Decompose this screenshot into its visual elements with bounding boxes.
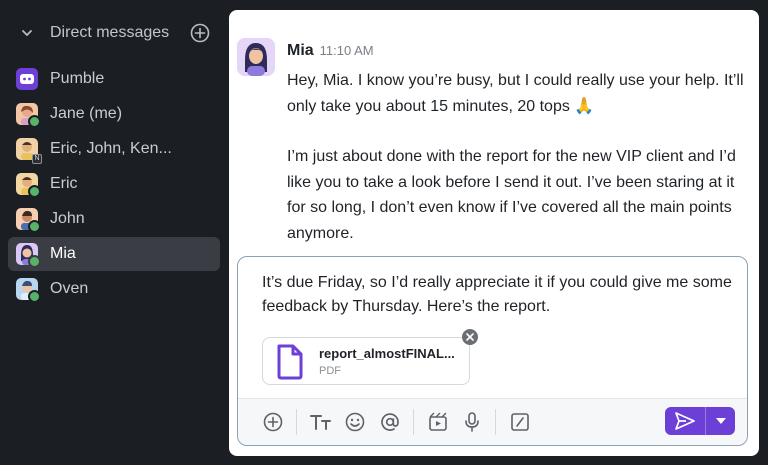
avatar <box>16 208 41 233</box>
author-avatar[interactable] <box>237 38 275 76</box>
slash-command-icon[interactable] <box>509 411 531 433</box>
toolbar-divider <box>495 409 496 435</box>
dm-list: Pumble Jane (me) N Eric, John, Ken... Er… <box>8 62 220 307</box>
online-status-icon <box>28 220 41 233</box>
sidebar-item-pumble[interactable]: Pumble <box>8 62 220 96</box>
send-icon <box>675 412 695 430</box>
add-circle-icon[interactable] <box>188 21 212 45</box>
composer-toolbar <box>238 398 747 445</box>
remove-attachment-icon[interactable] <box>462 329 478 345</box>
bot-icon <box>20 74 34 84</box>
sidebar-item-label: Pumble <box>50 70 105 87</box>
conversation-panel: Mia 11:10 AM Hey, Mia. I know you’re bus… <box>229 10 759 456</box>
message-header: Mia 11:10 AM <box>287 42 374 60</box>
online-status-icon <box>28 255 41 268</box>
online-status-icon <box>28 115 41 128</box>
avatar <box>16 173 41 198</box>
message-paragraph: I’m just about done with the report for … <box>287 148 736 242</box>
chevron-down-icon[interactable] <box>16 22 38 44</box>
sidebar: Direct messages Pumble Jane (me) N Eric,… <box>0 0 228 465</box>
avatar <box>16 243 41 268</box>
sidebar-item-label: Oven <box>50 280 89 297</box>
online-status-icon <box>28 185 41 198</box>
message-body: Hey, Mia. I know you’re busy, but I coul… <box>287 68 749 271</box>
sidebar-item-mia[interactable]: Mia <box>8 237 220 271</box>
avatar <box>16 278 41 303</box>
attachment-filetype: PDF <box>319 365 341 377</box>
avatar <box>16 103 41 128</box>
message-author[interactable]: Mia <box>287 42 314 60</box>
sidebar-item-label: Jane (me) <box>50 105 123 122</box>
avatar: N <box>16 138 42 164</box>
sidebar-item-eric[interactable]: Eric <box>8 167 220 201</box>
composer-input[interactable]: It’s due Friday, so I’d really appreciat… <box>262 271 732 319</box>
toolbar-divider <box>296 409 297 435</box>
mention-icon[interactable] <box>379 411 401 433</box>
send-button-group <box>665 407 735 435</box>
online-status-icon <box>28 290 41 303</box>
sidebar-item-john[interactable]: John <box>8 202 220 236</box>
sidebar-item-oven[interactable]: Oven <box>8 272 220 306</box>
message-timestamp: 11:10 AM <box>319 43 374 58</box>
toolbar-divider <box>413 409 414 435</box>
text-format-icon[interactable] <box>310 411 332 433</box>
video-clip-icon[interactable] <box>427 411 449 433</box>
message-paragraph: Hey, Mia. I know you’re busy, but I coul… <box>287 72 744 115</box>
sidebar-item-label: Eric <box>50 175 78 192</box>
emoji-icon[interactable] <box>344 411 366 433</box>
attachment-filename: report_almostFINAL... <box>319 346 455 361</box>
add-circle-icon[interactable] <box>262 411 284 433</box>
avatar <box>16 68 38 90</box>
message-composer[interactable]: It’s due Friday, so I’d really appreciat… <box>237 256 748 446</box>
send-button[interactable] <box>665 407 705 435</box>
file-attachment[interactable]: report_almostFINAL... PDF <box>262 329 478 385</box>
document-icon <box>275 344 305 385</box>
sidebar-item-label: John <box>50 210 85 227</box>
sidebar-item-group[interactable]: N Eric, John, Ken... <box>8 132 220 166</box>
group-count-badge: N <box>32 154 42 164</box>
sidebar-item-label: Mia <box>50 245 76 262</box>
sidebar-item-label: Eric, John, Ken... <box>50 140 172 157</box>
send-options-chevron-icon[interactable] <box>706 407 735 435</box>
direct-messages-title: Direct messages <box>50 24 170 41</box>
sidebar-item-jane[interactable]: Jane (me) <box>8 97 220 131</box>
direct-messages-header: Direct messages <box>16 18 216 48</box>
microphone-icon[interactable] <box>461 411 483 433</box>
